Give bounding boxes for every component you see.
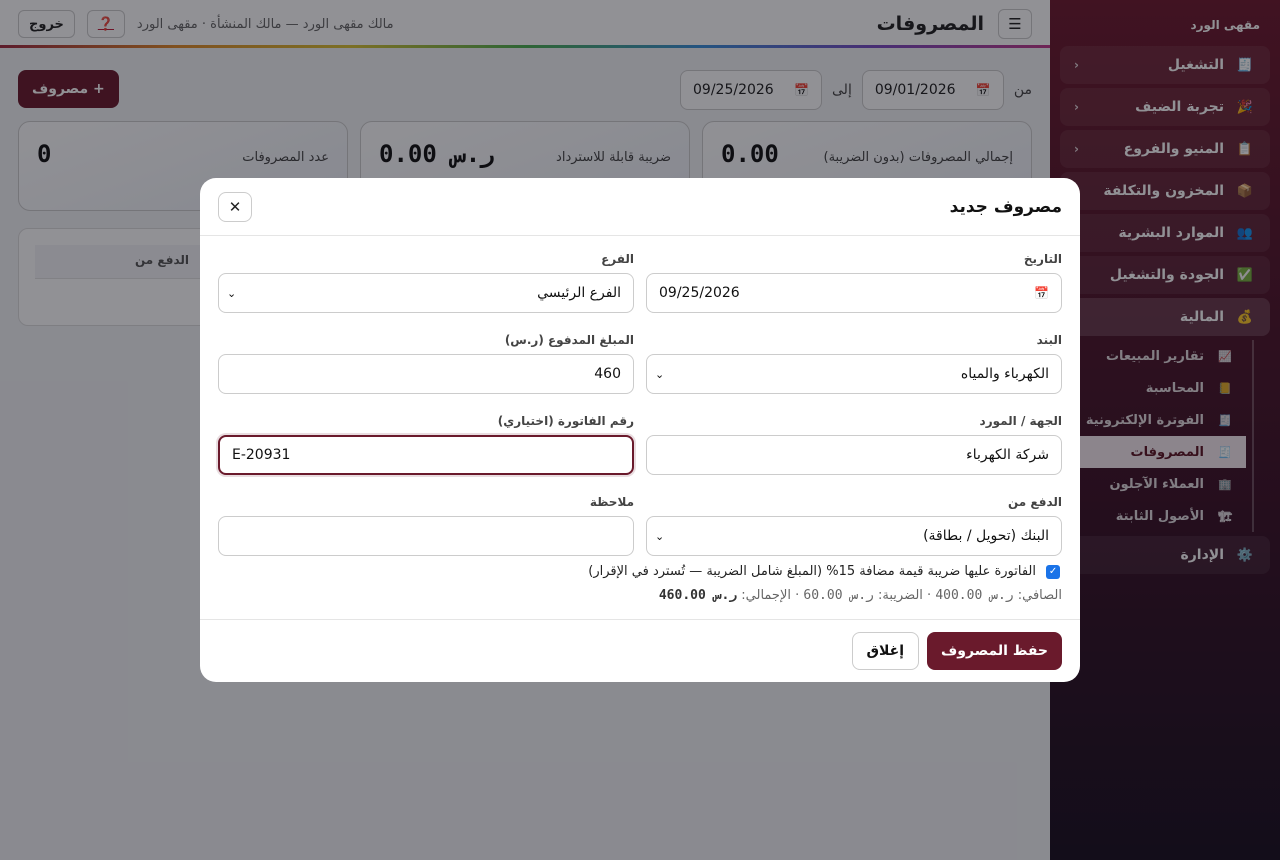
invoice-number-input[interactable]: E-20931	[218, 435, 634, 475]
chevron-down-icon: ⌄	[655, 367, 665, 381]
net-value: ر.س 400.00	[935, 588, 1014, 603]
paid-from-field-group: الدفع من البنك (تحويل / بطاقة) ⌄	[646, 495, 1062, 556]
invoice-field-group: رقم الفاتورة (اختياري) E-20931	[218, 414, 634, 475]
date-field-group: التاريخ 09/25/2026 📅	[646, 252, 1062, 313]
date-label: التاريخ	[1023, 252, 1062, 266]
vat-checkbox[interactable]: ✓	[1046, 564, 1060, 579]
save-expense-button[interactable]: حفظ المصروف	[927, 632, 1062, 670]
vendor-value: شركة الكهرباء	[966, 447, 1049, 463]
category-select[interactable]: الكهرباء والمياه ⌄	[646, 354, 1062, 394]
note-input[interactable]	[218, 516, 634, 556]
branch-label: الفرع	[601, 252, 634, 266]
close-icon: ✕	[228, 197, 242, 216]
vendor-field-group: الجهة / المورد شركة الكهرباء	[646, 414, 1062, 475]
category-label: البند	[1036, 333, 1062, 347]
chevron-down-icon: ⌄	[655, 529, 665, 543]
vat-checkbox-label: الفاتورة عليها ضريبة قيمة مضافة 15% (الم…	[588, 564, 1036, 579]
calendar-icon: 📅	[1034, 286, 1049, 300]
new-expense-modal: مصروف جديد ✕ التاريخ 09/25/2026 📅 الفرع …	[200, 178, 1080, 682]
modal-header: مصروف جديد ✕	[200, 178, 1080, 236]
paid-from-value: البنك (تحويل / بطاقة)	[923, 528, 1049, 544]
branch-value: الفرع الرئيسي	[537, 285, 621, 301]
amount-field-group: المبلغ المدفوع (ر.س) 460	[218, 333, 634, 394]
amount-label: المبلغ المدفوع (ر.س)	[504, 333, 634, 347]
close-button[interactable]: إغلاق	[851, 632, 920, 670]
note-label: ملاحظة	[589, 495, 634, 509]
vendor-input[interactable]: شركة الكهرباء	[646, 435, 1062, 475]
date-value: 09/25/2026	[659, 285, 740, 301]
tax-label: الضريبة:	[878, 588, 923, 603]
invoice-label: رقم الفاتورة (اختياري)	[497, 414, 634, 428]
net-label: الصافي:	[1017, 588, 1062, 603]
total-label: الإجمالي:	[741, 588, 791, 603]
amount-input[interactable]: 460	[218, 354, 634, 394]
note-field-group: ملاحظة	[218, 495, 634, 556]
branch-field-group: الفرع الفرع الرئيسي ⌄	[218, 252, 634, 313]
modal-close-button[interactable]: ✕	[218, 191, 252, 222]
chevron-down-icon: ⌄	[227, 286, 237, 300]
modal-title: مصروف جديد	[949, 196, 1062, 217]
amount-summary: الصافي: ر.س 400.00 · الضريبة: ر.س 60.00 …	[658, 588, 1062, 603]
expense-form: التاريخ 09/25/2026 📅 الفرع الفرع الرئيسي…	[218, 252, 1062, 556]
category-field-group: البند الكهرباء والمياه ⌄	[646, 333, 1062, 394]
category-value: الكهرباء والمياه	[960, 366, 1049, 382]
modal-footer: حفظ المصروف إغلاق	[200, 619, 1080, 682]
invoice-value: E-20931	[232, 447, 291, 463]
branch-select[interactable]: الفرع الرئيسي ⌄	[218, 273, 634, 313]
paid-from-label: الدفع من	[1007, 495, 1062, 509]
amount-value: 460	[594, 366, 621, 382]
total-value: ر.س 460.00	[658, 588, 738, 603]
date-input[interactable]: 09/25/2026 📅	[646, 273, 1062, 313]
tax-value: ر.س 60.00	[803, 588, 874, 603]
paid-from-select[interactable]: البنك (تحويل / بطاقة) ⌄	[646, 516, 1062, 556]
vendor-label: الجهة / المورد	[979, 414, 1062, 428]
vat-checkbox-row: ✓ الفاتورة عليها ضريبة قيمة مضافة 15% (ا…	[588, 564, 1060, 579]
